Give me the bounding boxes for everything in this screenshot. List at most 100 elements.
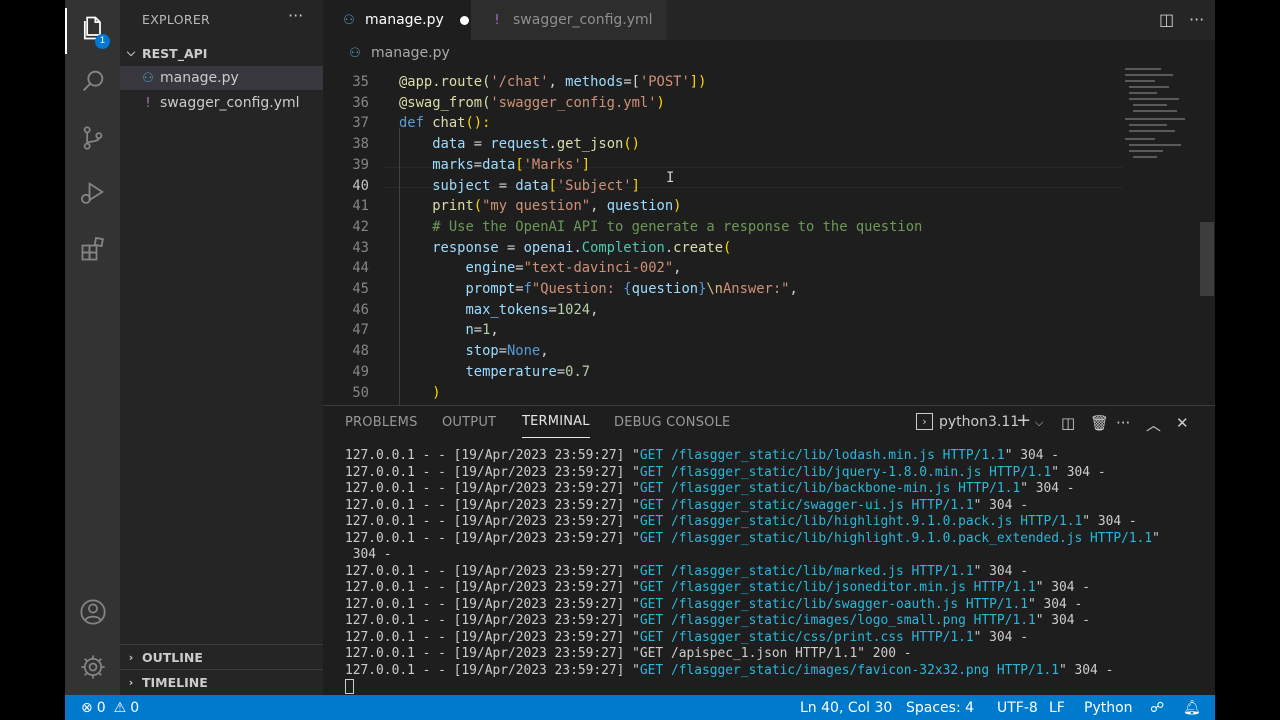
outline-section[interactable]: › OUTLINE: [120, 645, 323, 669]
feedback-icon[interactable]: ☍: [1150, 695, 1164, 720]
code-line[interactable]: 46 max_tokens=1024,: [323, 300, 1123, 321]
code-token: ,: [540, 343, 549, 360]
line-number: 41: [352, 198, 369, 215]
code-token: prompt: [399, 281, 516, 297]
editor-scrollbar[interactable]: [1200, 222, 1214, 296]
end-of-line[interactable]: LF: [1049, 695, 1065, 720]
code-line[interactable]: 35 @app.route('/chat', methods=['POST']): [323, 72, 1123, 93]
folder-header[interactable]: ⌵ REST_API: [120, 41, 323, 65]
code-line[interactable]: 44 engine="text-davinci-002",: [323, 258, 1123, 279]
code-line[interactable]: 41 print("my question", question): [323, 196, 1123, 217]
more-actions-icon[interactable]: ···: [1116, 414, 1130, 432]
code-line[interactable]: 43 response = openai.Completion.create(: [323, 238, 1123, 259]
explorer-badge: 1: [95, 34, 110, 49]
minimap[interactable]: [1123, 66, 1203, 405]
code-token: f: [523, 281, 532, 297]
tab-swagger-config[interactable]: ! swagger_config.yml: [471, 0, 667, 40]
vscode-window: 1 EXPLORER ··· ⌵ REST_API ⚇ manage.py ! …: [65, 0, 1215, 720]
encoding[interactable]: UTF-8: [997, 695, 1038, 720]
code-editor[interactable]: 35 @app.route('/chat', methods=['POST']) 3…: [323, 66, 1215, 408]
manage-activity[interactable]: [65, 643, 120, 691]
line-number: 35: [352, 74, 369, 90]
code-token: ]: [581, 156, 591, 173]
chevron-down-icon[interactable]: ⌵: [1035, 416, 1043, 430]
language-mode[interactable]: Python: [1084, 695, 1133, 720]
code-token: .: [573, 239, 582, 256]
cursor-position[interactable]: Ln 40, Col 30: [800, 695, 892, 720]
extensions-icon: [81, 236, 104, 261]
tab-problems[interactable]: PROBLEMS: [345, 406, 418, 438]
unsaved-dot-icon[interactable]: [459, 15, 469, 25]
problems-status[interactable]: ⊗ 0 ⚠ 0: [81, 695, 139, 720]
code-token: (: [723, 239, 732, 256]
split-editor-icon[interactable]: ◫: [1159, 10, 1174, 29]
file-item-swagger-config[interactable]: ! swagger_config.yml: [120, 91, 323, 115]
code-line[interactable]: 38 data = request.get_json(): [323, 134, 1123, 155]
accounts-activity[interactable]: [65, 588, 120, 636]
more-actions-button[interactable]: ···: [288, 6, 303, 25]
terminal-output[interactable]: 127.0.0.1 - - [19/Apr/2023 23:59:27] " GE…: [345, 448, 1195, 696]
breadcrumb-file[interactable]: manage.py: [371, 45, 450, 61]
code-token: ,: [490, 322, 499, 339]
maximize-panel-icon[interactable]: ︿: [1146, 414, 1161, 435]
code-text: def chat():: [399, 113, 490, 134]
code-line[interactable]: 36 @swag_from('swagger_config.yml'): [323, 93, 1123, 114]
code-token: ,: [673, 260, 682, 277]
close-panel-icon[interactable]: ✕: [1176, 414, 1189, 432]
log-request: GET /flasgger_static/lib/lodash.min.js H…: [639, 448, 1005, 463]
terminal-line: 127.0.0.1 - - [19/Apr/2023 23:59:27] "GE…: [345, 630, 1195, 647]
tab-output[interactable]: OUTPUT: [442, 406, 496, 438]
new-terminal-icon[interactable]: +: [1016, 410, 1031, 431]
run-debug-activity[interactable]: [65, 169, 120, 217]
code-line[interactable]: 50 ): [323, 383, 1123, 404]
file-item-manage-py[interactable]: ⚇ manage.py: [120, 66, 323, 90]
timeline-section[interactable]: › TIMELINE: [120, 670, 323, 694]
code-line[interactable]: 40 subject = data['Subject']: [323, 176, 1123, 197]
explorer-activity[interactable]: 1: [65, 4, 120, 54]
split-terminal-icon[interactable]: ◫: [1061, 414, 1075, 432]
log-status: " 304 -: [1035, 613, 1091, 628]
code-line[interactable]: 49 temperature=0.7: [323, 362, 1123, 383]
bell-icon[interactable]: 🔔︎: [1183, 695, 1201, 720]
terminal-selector[interactable]: › python3.11: [916, 413, 1019, 430]
terminal-prompt[interactable]: [345, 679, 1195, 696]
line-number: 50: [352, 384, 369, 401]
extensions-activity[interactable]: [65, 225, 120, 273]
code-token: temperature: [399, 363, 557, 380]
source-control-activity[interactable]: [65, 114, 120, 162]
file-name: manage.py: [160, 70, 239, 86]
code-token: Answer:": [723, 281, 790, 297]
indentation[interactable]: Spaces: 4: [906, 695, 974, 720]
code-token: =: [473, 136, 491, 153]
code-line[interactable]: 39 marks=data['Marks']: [323, 155, 1123, 176]
code-token: ():: [465, 115, 491, 132]
search-icon: [82, 70, 103, 91]
code-token: ): [673, 198, 682, 215]
terminal-line: 127.0.0.1 - - [19/Apr/2023 23:59:27] "GE…: [345, 465, 1195, 482]
line-number: 45: [352, 281, 369, 297]
code-line[interactable]: 48 stop=None,: [323, 341, 1123, 362]
search-activity[interactable]: [65, 57, 120, 105]
terminal-line: 127.0.0.1 - - [19/Apr/2023 23:59:27] "GE…: [345, 564, 1195, 581]
log-prefix: 127.0.0.1 - - [19/Apr/2023 23:59:27] ": [345, 613, 640, 628]
code-line[interactable]: 45 prompt=f"Question: {question}\nAnswer…: [323, 279, 1123, 300]
code-token: chat: [432, 115, 466, 132]
tab-manage-py[interactable]: ⚇ manage.py: [323, 0, 471, 40]
line-number: 43: [352, 239, 369, 256]
tab-debug-console[interactable]: DEBUG CONSOLE: [614, 406, 730, 438]
terminal-line: 127.0.0.1 - - [19/Apr/2023 23:59:27] "GE…: [345, 646, 1195, 663]
terminal-line: 127.0.0.1 - - [19/Apr/2023 23:59:27] "GE…: [345, 448, 1195, 465]
code-line[interactable]: 37 def chat():: [323, 113, 1123, 134]
code-token: stop: [399, 343, 499, 360]
code-line[interactable]: 42 # Use the OpenAI API to generate a re…: [323, 217, 1123, 238]
code-token: methods: [565, 74, 624, 90]
code-token: ,: [789, 281, 798, 297]
code-token: "my question": [482, 198, 591, 215]
tab-terminal[interactable]: TERMINAL: [522, 406, 590, 438]
more-actions-icon[interactable]: ···: [1189, 10, 1204, 29]
trash-icon[interactable]: 🗑: [1090, 414, 1109, 432]
code-text: response = openai.Completion.create(: [399, 238, 731, 259]
code-token: print: [399, 198, 474, 215]
code-line[interactable]: 47 n=1,: [323, 320, 1123, 341]
log-prefix: 127.0.0.1 - - [19/Apr/2023 23:59:27] ": [345, 580, 640, 595]
